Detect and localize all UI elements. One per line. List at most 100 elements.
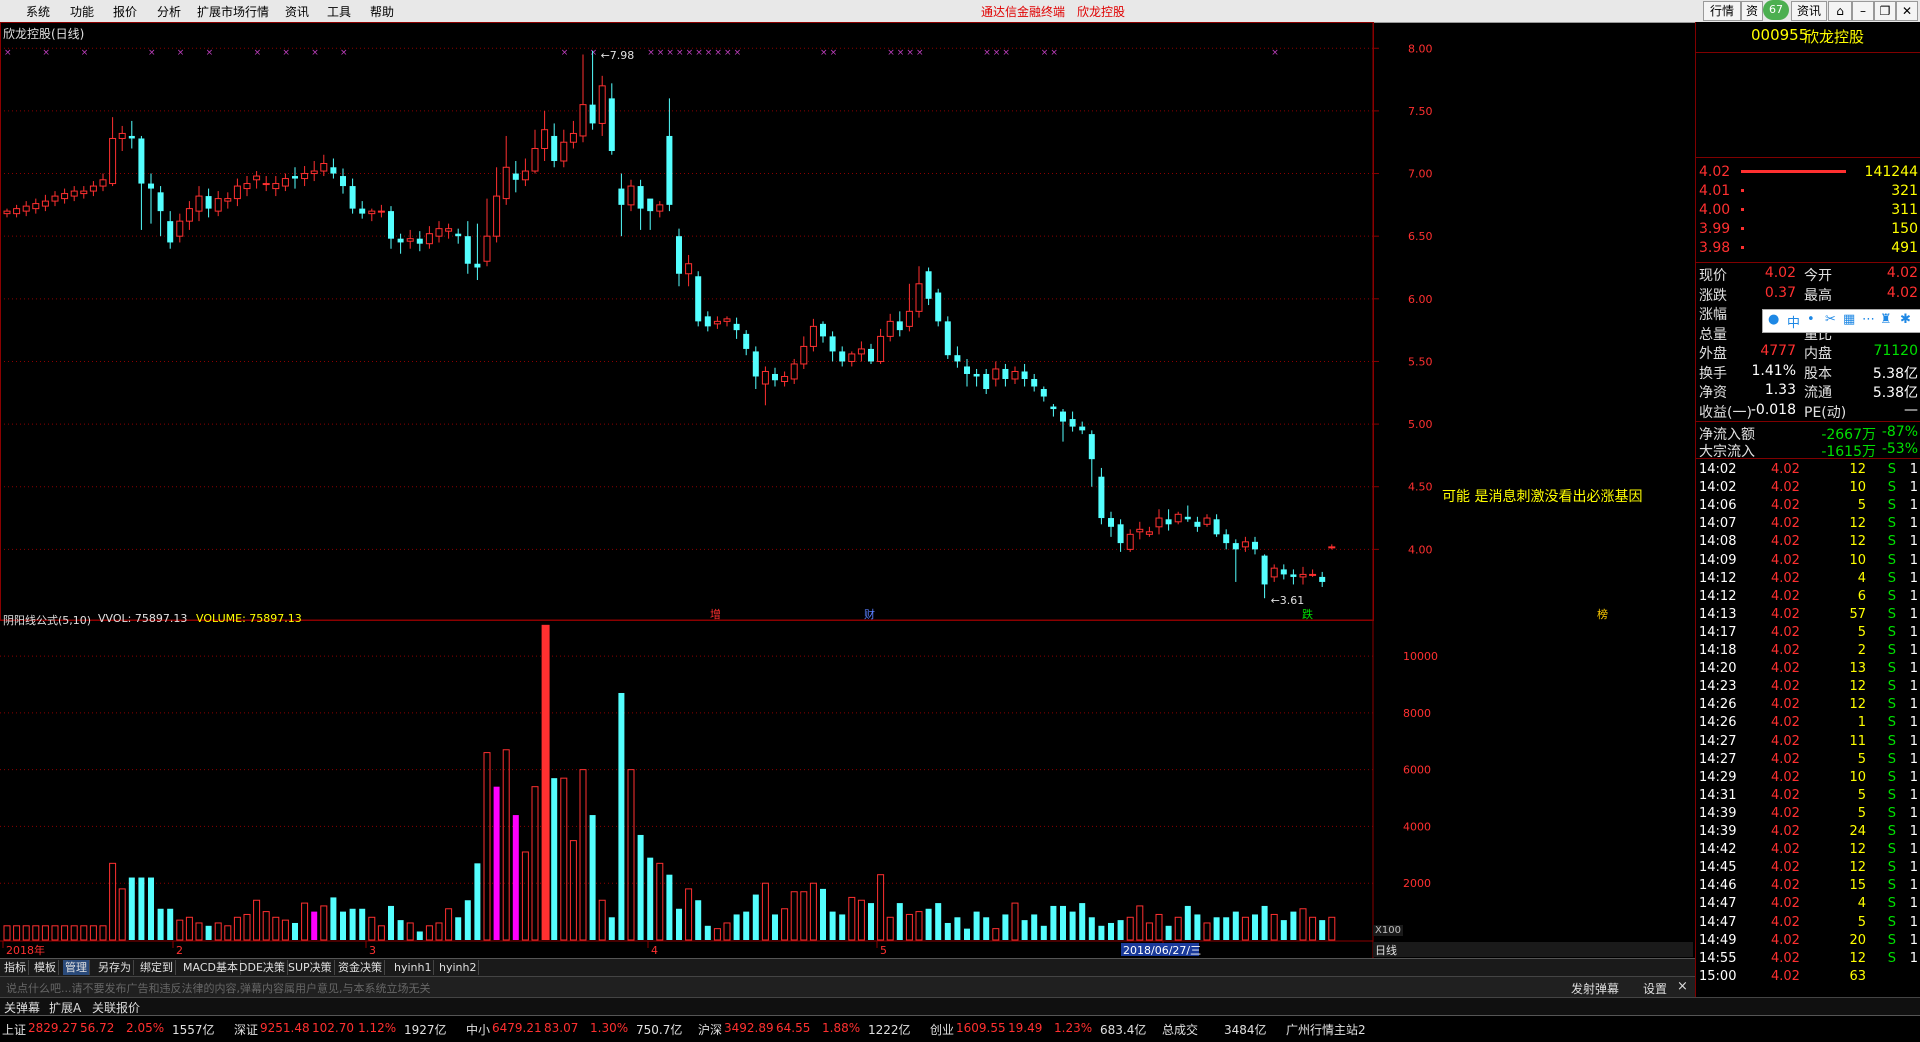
price-tick-label: 6.00	[1408, 293, 1433, 306]
volume-bar-body	[330, 897, 337, 940]
tick-row[interactable]: 14:49 4.02 20 S 1	[1699, 933, 1918, 951]
tick-row[interactable]: 14:13 4.02 57 S 1	[1699, 607, 1918, 625]
tick-row[interactable]: 14:17 4.02 5 S 1	[1699, 625, 1918, 643]
menu-ext-market[interactable]: 扩展市场行情	[197, 3, 269, 20]
indicator-tab[interactable]: 绑定到	[138, 960, 176, 975]
candle-body	[1290, 574, 1297, 577]
scissors-icon[interactable]: ✂	[1825, 312, 1836, 327]
tick-row[interactable]: 14:42 4.02 12 S 1	[1699, 842, 1918, 860]
candle-body	[695, 276, 702, 322]
keyboard-icon[interactable]: ▦	[1843, 312, 1855, 327]
menu-help[interactable]: 帮助	[370, 3, 394, 20]
tick-row[interactable]: 14:20 4.02 13 S 1	[1699, 661, 1918, 679]
person-icon[interactable]: ●	[1768, 312, 1779, 327]
tick-row[interactable]: 14:12 4.02 4 S 1	[1699, 571, 1918, 589]
volume-bar-body	[598, 899, 606, 941]
tick-row[interactable]: 14:02 4.02 12 S 1	[1699, 462, 1918, 480]
candle-body	[608, 98, 615, 151]
dot-icon[interactable]: •	[1807, 312, 1815, 327]
indicator-tab[interactable]: 另存为	[96, 960, 134, 975]
tick-row[interactable]: 14:31 4.02 5 S 1	[1699, 788, 1918, 806]
volume-bar-body	[964, 928, 970, 940]
tick-row[interactable]: 14:46 4.02 15 S 1	[1699, 878, 1918, 896]
indicator-tab[interactable]: 管理	[63, 960, 90, 975]
tick-row[interactable]: 14:27 4.02 11 S 1	[1699, 734, 1918, 752]
volume-bar	[685, 888, 693, 941]
tick-row[interactable]: 14:39 4.02 24 S 1	[1699, 824, 1918, 842]
tick-row[interactable]: 14:29 4.02 10 S 1	[1699, 770, 1918, 788]
notification-badge[interactable]: 67	[1763, 0, 1789, 20]
menu-analysis[interactable]: 分析	[157, 3, 181, 20]
tick-row[interactable]: 14:26 4.02 12 S 1	[1699, 697, 1918, 715]
menu-function[interactable]: 功能	[70, 3, 94, 20]
indicator-tab[interactable]: hyinh2	[437, 960, 480, 975]
tick-row[interactable]: 14:23 4.02 12 S 1	[1699, 679, 1918, 697]
xr-marker: ×	[206, 48, 214, 58]
candle-body	[416, 238, 423, 244]
dots-icon[interactable]: ⋯	[1862, 312, 1875, 327]
high-price-label: ←7.98	[601, 49, 635, 62]
tick-row[interactable]: 14:26 4.02 1 S 1	[1699, 715, 1918, 733]
indicator-tab[interactable]: DDE决策	[237, 960, 288, 975]
tick-row[interactable]: 14:06 4.02 5 S 1	[1699, 498, 1918, 516]
tick-row[interactable]: 14:47 4.02 4 S 1	[1699, 896, 1918, 914]
quote-button[interactable]: 行情	[1703, 1, 1741, 21]
settings-icon[interactable]: ✱	[1900, 312, 1911, 327]
order-book-row[interactable]: 4.01 321	[1699, 183, 1918, 201]
indicator-tab[interactable]: 指标	[2, 960, 29, 975]
order-book-row[interactable]: 3.98 491	[1699, 240, 1918, 258]
order-book-row[interactable]: 3.99 150	[1699, 221, 1918, 239]
volume-bar-body	[992, 928, 1000, 941]
volume-bar-body	[1299, 908, 1307, 941]
close-icon[interactable]: ✕	[1896, 1, 1918, 21]
stock-title-link[interactable]: 欣龙控股	[1077, 3, 1125, 20]
menu-system[interactable]: 系统	[26, 3, 50, 20]
tick-row[interactable]: 14:47 4.02 5 S 1	[1699, 915, 1918, 933]
tick-row[interactable]: 15:00 4.02 63	[1699, 969, 1918, 987]
tick-row[interactable]: 14:18 4.02 2 S 1	[1699, 643, 1918, 661]
chart-annotation: 可能 是消息刺激没看出必涨基因	[1442, 489, 1643, 505]
shirt-icon[interactable]: ♜	[1880, 312, 1892, 327]
candle-body	[666, 135, 673, 205]
kline-chart[interactable]: × × × × × × × × × × × × × × × × × × × × × × × × × × × × × × × × × × 8.007…	[0, 22, 1695, 958]
volume-bar-body	[1136, 905, 1144, 941]
tick-row[interactable]: 14:02 4.02 10 S 1	[1699, 480, 1918, 498]
indicator-tab[interactable]: SUP决策	[286, 960, 335, 975]
tick-row[interactable]: 14:55 4.02 12 S 1	[1699, 951, 1918, 969]
extend-a-button[interactable]: 扩展A	[49, 999, 81, 1016]
order-book-row[interactable]: 4.02 141244	[1699, 164, 1918, 182]
tick-row[interactable]: 14:09 4.02 10 S 1	[1699, 553, 1918, 571]
tick-row[interactable]: 14:27 4.02 5 S 1	[1699, 752, 1918, 770]
order-book-row[interactable]: 4.00 311	[1699, 202, 1918, 220]
tick-row[interactable]: 14:39 4.02 5 S 1	[1699, 806, 1918, 824]
data-button[interactable]: 资	[1741, 1, 1763, 21]
news-button[interactable]: 资讯	[1791, 1, 1827, 21]
menu-quote[interactable]: 报价	[113, 3, 137, 20]
tick-row[interactable]: 14:12 4.02 6 S 1	[1699, 589, 1918, 607]
period-label[interactable]: 日线	[1375, 942, 1397, 958]
indicator-tab[interactable]: MACD基本	[181, 960, 241, 975]
home-icon[interactable]: ⌂	[1828, 1, 1852, 21]
indicator-tab[interactable]: hyinh1	[392, 960, 435, 975]
tick-row[interactable]: 14:08 4.02 12 S 1	[1699, 534, 1918, 552]
menu-news[interactable]: 资讯	[285, 3, 309, 20]
tick-row[interactable]: 14:07 4.02 12 S 1	[1699, 516, 1918, 534]
close-danmu-button[interactable]: 关弹幕	[4, 999, 40, 1016]
related-quote-button[interactable]: 关联报价	[92, 999, 140, 1016]
volume-bar-body	[809, 882, 817, 941]
send-danmu-button[interactable]: 发射弹幕	[1571, 980, 1619, 997]
danmu-input[interactable]: 说点什么吧...请不要发布广告和违反法律的内容,弹幕内容属用户意见,与本系统立场…	[6, 980, 430, 996]
menu-tools[interactable]: 工具	[327, 3, 351, 20]
tick-row[interactable]: 14:45 4.02 12 S 1	[1699, 860, 1918, 878]
candle	[954, 346, 961, 368]
restore-icon[interactable]: ❐	[1874, 1, 1896, 21]
indicator-tab[interactable]: 模板	[32, 960, 59, 975]
danmu-close-button[interactable]: ×	[1677, 979, 1688, 994]
volume-bar-body	[1088, 917, 1095, 940]
danmu-settings-button[interactable]: 设置	[1643, 980, 1667, 997]
input-mode-icon[interactable]: 中	[1787, 312, 1800, 331]
minimize-icon[interactable]: –	[1852, 1, 1874, 21]
xr-marker: ×	[177, 48, 185, 58]
indicator-tab[interactable]: 资金决策	[336, 960, 385, 975]
volume-bar-body	[1184, 905, 1191, 940]
